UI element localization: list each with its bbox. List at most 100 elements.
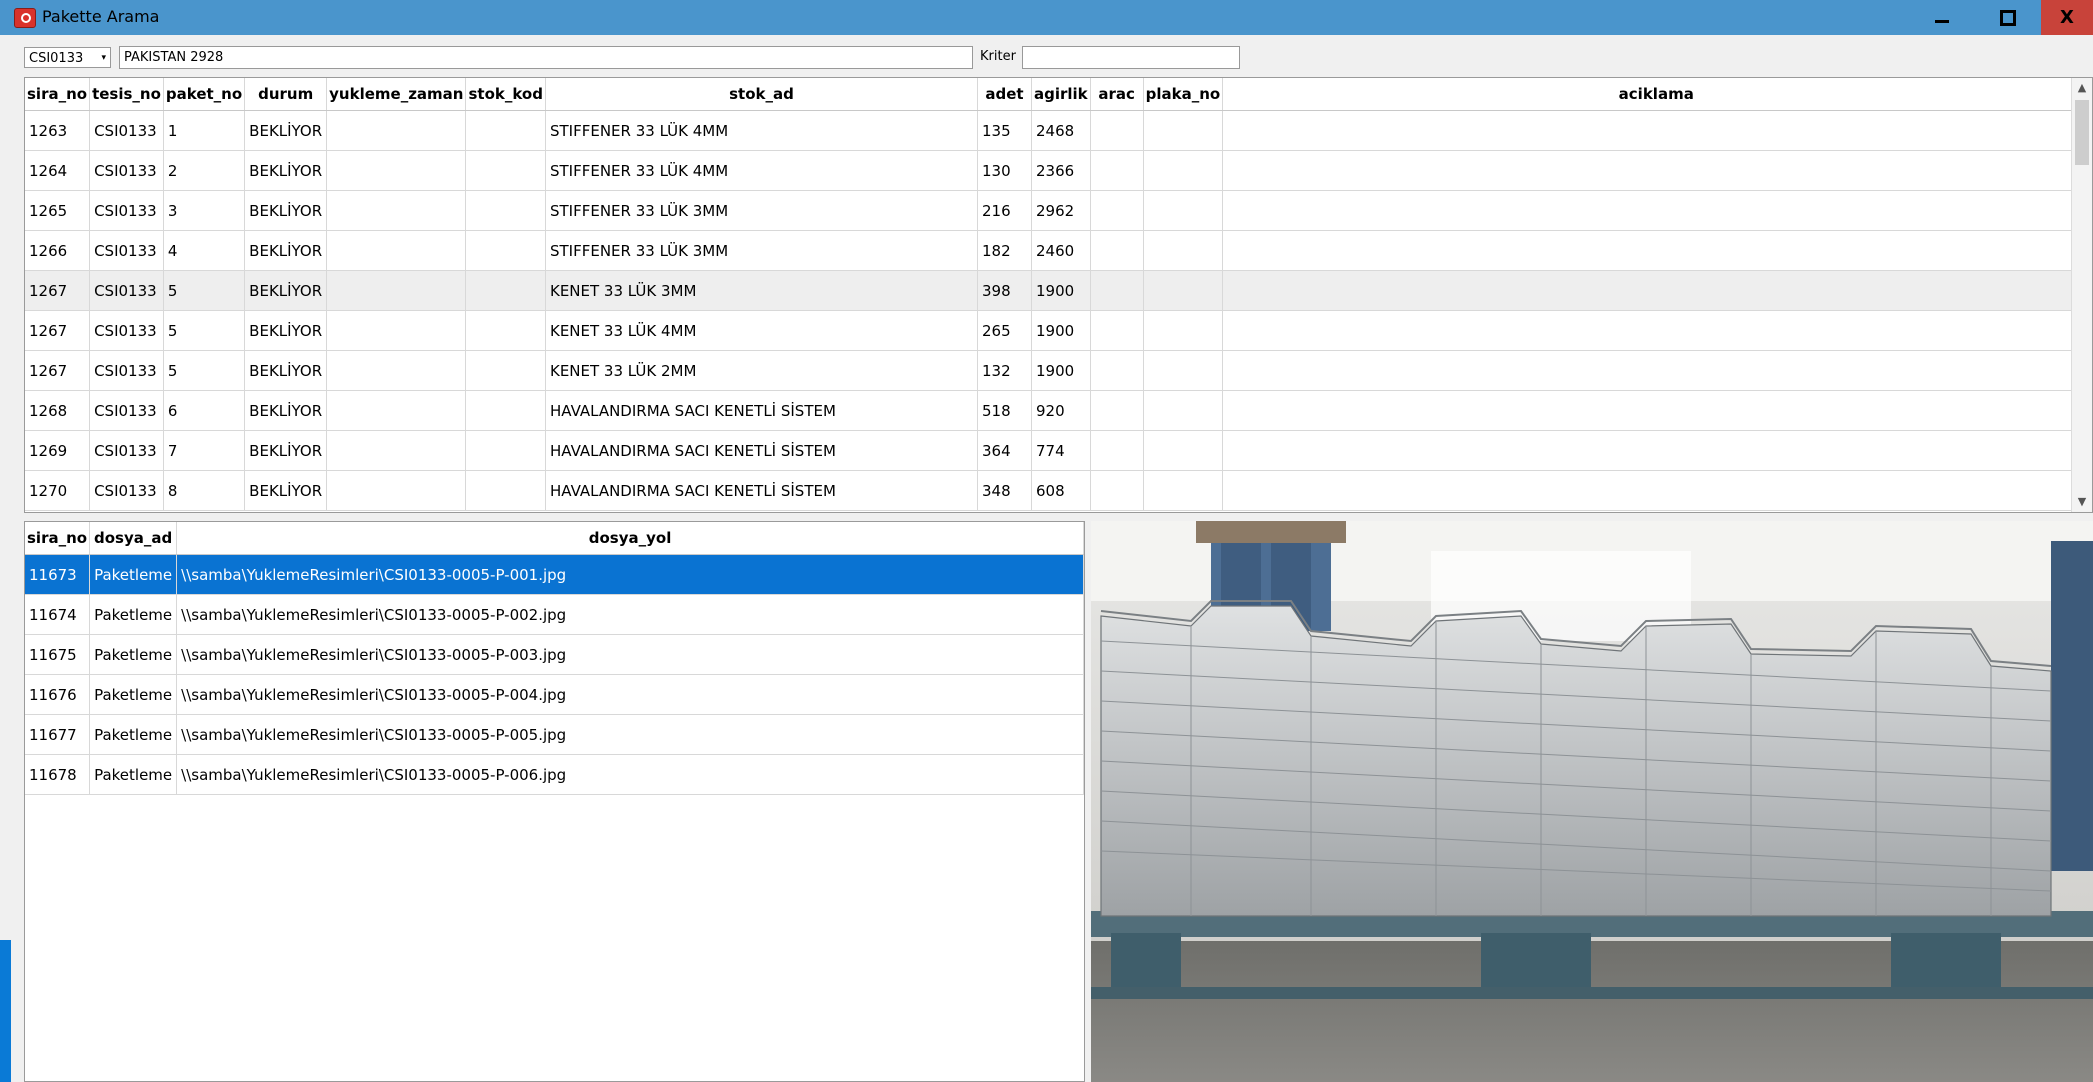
cell-paket-no[interactable]: 1 [163, 110, 246, 151]
cell-agirlik[interactable]: 2468 [1031, 110, 1091, 151]
table-row[interactable]: 11676 Paketleme \\samba\YuklemeResimleri\C… [25, 674, 1084, 715]
cell-aciklama[interactable] [1222, 350, 2091, 391]
table-row[interactable]: 11674 Paketleme \\samba\YuklemeResimleri\C… [25, 594, 1084, 635]
close-button[interactable]: X [2041, 0, 2093, 35]
cell-adet[interactable]: 348 [977, 470, 1032, 511]
column-header-durum[interactable]: durum [244, 78, 328, 111]
cell-plaka-no[interactable] [1143, 270, 1224, 311]
cell-sira-no[interactable]: 1269 [25, 430, 91, 471]
name-input[interactable] [119, 46, 973, 69]
cell-stok-ad[interactable]: KENET 33 LÜK 3MM [545, 270, 978, 311]
cell-plaka-no[interactable] [1143, 150, 1224, 191]
cell-paket-no[interactable]: 8 [163, 470, 246, 511]
cell-sira-no[interactable]: 11675 [25, 634, 91, 675]
cell-plaka-no[interactable] [1143, 430, 1224, 471]
cell-sira-no[interactable]: 1267 [25, 310, 91, 351]
cell-yukleme-zaman[interactable] [326, 430, 467, 471]
cell-plaka-no[interactable] [1143, 390, 1224, 431]
cell-paket-no[interactable]: 5 [163, 270, 246, 311]
cell-yukleme-zaman[interactable] [326, 150, 467, 191]
cell-yukleme-zaman[interactable] [326, 390, 467, 431]
cell-agirlik[interactable]: 2962 [1031, 190, 1091, 231]
files-grid[interactable]: sira_no dosya_ad dosya_yol 11673 Paketleme \… [24, 521, 1085, 1082]
cell-tesis-no[interactable]: CSI0133 [89, 350, 164, 391]
table-row[interactable]: 1269 CSI0133 7 BEKLİYOR HAVALANDIRMA SACI KE… [25, 430, 2091, 471]
cell-aciklama[interactable] [1222, 390, 2091, 431]
cell-tesis-no[interactable]: CSI0133 [89, 390, 164, 431]
column-header-tesis-no[interactable]: tesis_no [89, 78, 164, 111]
cell-stok-kod[interactable] [465, 310, 546, 351]
cell-stok-ad[interactable]: HAVALANDIRMA SACI KENETLİ SİSTEM [545, 390, 978, 431]
table-row[interactable]: 11675 Paketleme \\samba\YuklemeResimleri\C… [25, 634, 1084, 675]
cell-dosya-ad[interactable]: Paketleme [89, 714, 178, 755]
cell-plaka-no[interactable] [1143, 350, 1224, 391]
cell-durum[interactable]: BEKLİYOR [244, 270, 328, 311]
cell-plaka-no[interactable] [1143, 470, 1224, 511]
cell-arac[interactable] [1090, 430, 1144, 471]
cell-paket-no[interactable]: 5 [163, 350, 246, 391]
column-header-arac[interactable]: arac [1090, 78, 1144, 111]
cell-sira-no[interactable]: 1263 [25, 110, 91, 151]
cell-dosya-yol[interactable]: \\samba\YuklemeResimleri\CSI0133-0005-P-… [176, 554, 1084, 595]
column-header-sira-no[interactable]: sira_no [25, 78, 91, 111]
cell-stok-kod[interactable] [465, 390, 546, 431]
cell-adet[interactable]: 398 [977, 270, 1032, 311]
cell-sira-no[interactable]: 1264 [25, 150, 91, 191]
cell-paket-no[interactable]: 2 [163, 150, 246, 191]
cell-dosya-yol[interactable]: \\samba\YuklemeResimleri\CSI0133-0005-P-… [176, 674, 1084, 715]
cell-sira-no[interactable]: 1270 [25, 470, 91, 511]
column-header-yukleme-zaman[interactable]: yukleme_zaman [326, 78, 467, 111]
cell-stok-ad[interactable]: HAVALANDIRMA SACI KENETLİ SİSTEM [545, 430, 978, 471]
cell-arac[interactable] [1090, 230, 1144, 271]
cell-arac[interactable] [1090, 270, 1144, 311]
cell-sira-no[interactable]: 1268 [25, 390, 91, 431]
cell-durum[interactable]: BEKLİYOR [244, 390, 328, 431]
cell-dosya-ad[interactable]: Paketleme [89, 634, 178, 675]
cell-dosya-yol[interactable]: \\samba\YuklemeResimleri\CSI0133-0005-P-… [176, 634, 1084, 675]
column-header-agirlik[interactable]: agirlik [1031, 78, 1091, 111]
cell-sira-no[interactable]: 11673 [25, 554, 91, 595]
cell-sira-no[interactable]: 11674 [25, 594, 91, 635]
cell-adet[interactable]: 135 [977, 110, 1032, 151]
table-row[interactable]: 1265 CSI0133 3 BEKLİYOR STIFFENER 33 LÜK 3MM… [25, 190, 2091, 231]
cell-arac[interactable] [1090, 390, 1144, 431]
cell-dosya-yol[interactable]: \\samba\YuklemeResimleri\CSI0133-0005-P-… [176, 714, 1084, 755]
cell-agirlik[interactable]: 2460 [1031, 230, 1091, 271]
cell-sira-no[interactable]: 11677 [25, 714, 91, 755]
table-row[interactable]: 1267 CSI0133 5 BEKLİYOR KENET 33 LÜK 3MM 398 1… [25, 270, 2091, 311]
cell-dosya-ad[interactable]: Paketleme [89, 554, 178, 595]
cell-durum[interactable]: BEKLİYOR [244, 310, 328, 351]
cell-stok-kod[interactable] [465, 430, 546, 471]
cell-tesis-no[interactable]: CSI0133 [89, 430, 164, 471]
cell-stok-ad[interactable]: STIFFENER 33 LÜK 3MM [545, 190, 978, 231]
table-row[interactable]: 1267 CSI0133 5 BEKLİYOR KENET 33 LÜK 2MM 132 1… [25, 350, 2091, 391]
packages-scrollbar[interactable]: ▲ ▼ [2071, 78, 2092, 512]
cell-adet[interactable]: 518 [977, 390, 1032, 431]
cell-tesis-no[interactable]: CSI0133 [89, 470, 164, 511]
cell-agirlik[interactable]: 1900 [1031, 270, 1091, 311]
restore-button[interactable] [1975, 0, 2041, 35]
cell-agirlik[interactable]: 1900 [1031, 350, 1091, 391]
cell-stok-ad[interactable]: KENET 33 LÜK 2MM [545, 350, 978, 391]
cell-stok-ad[interactable]: STIFFENER 33 LÜK 4MM [545, 150, 978, 191]
column-header-stok-kod[interactable]: stok_kod [465, 78, 546, 111]
cell-agirlik[interactable]: 774 [1031, 430, 1091, 471]
cell-durum[interactable]: BEKLİYOR [244, 230, 328, 271]
cell-stok-ad[interactable]: STIFFENER 33 LÜK 3MM [545, 230, 978, 271]
cell-durum[interactable]: BEKLİYOR [244, 190, 328, 231]
cell-plaka-no[interactable] [1143, 230, 1224, 271]
cell-arac[interactable] [1090, 110, 1144, 151]
cell-adet[interactable]: 130 [977, 150, 1032, 191]
cell-aciklama[interactable] [1222, 430, 2091, 471]
scroll-down-icon[interactable]: ▼ [2072, 492, 2092, 512]
table-row[interactable]: 11673 Paketleme \\samba\YuklemeResimleri\C… [25, 554, 1084, 595]
table-row[interactable]: 1263 CSI0133 1 BEKLİYOR STIFFENER 33 LÜK 4MM… [25, 110, 2091, 151]
cell-tesis-no[interactable]: CSI0133 [89, 110, 164, 151]
cell-sira-no[interactable]: 11678 [25, 754, 91, 795]
column-header-stok-ad[interactable]: stok_ad [545, 78, 978, 111]
cell-yukleme-zaman[interactable] [326, 230, 467, 271]
cell-paket-no[interactable]: 6 [163, 390, 246, 431]
cell-dosya-ad[interactable]: Paketleme [89, 594, 178, 635]
cell-dosya-ad[interactable]: Paketleme [89, 674, 178, 715]
cell-sira-no[interactable]: 1265 [25, 190, 91, 231]
